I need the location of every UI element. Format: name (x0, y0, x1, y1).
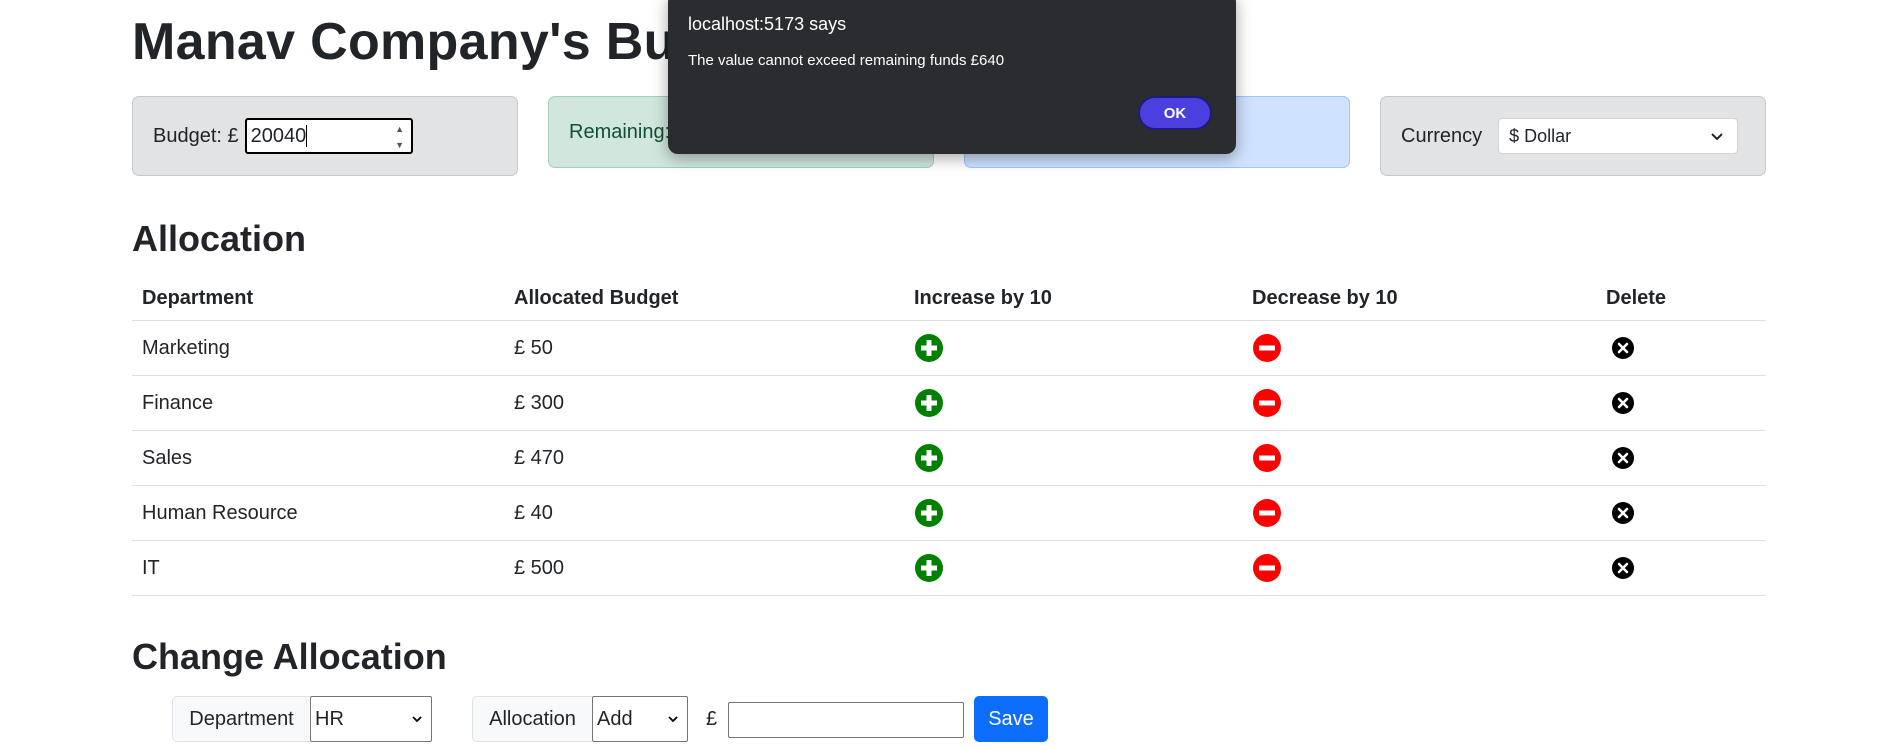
table-header-row: Department Allocated Budget Increase by … (132, 276, 1766, 321)
budget-label: Budget: £ (153, 124, 239, 147)
delete-cell (1596, 320, 1766, 376)
x-circle-icon[interactable] (1611, 501, 1635, 525)
dialog-ok-button[interactable]: OK (1138, 96, 1212, 130)
department-cell: Sales (132, 430, 504, 486)
currency-selected: $ Dollar (1509, 125, 1572, 146)
chevron-down-icon (1711, 133, 1723, 141)
minus-circle-icon[interactable] (1252, 333, 1282, 363)
department-cell: Marketing (132, 320, 504, 376)
allocated-budget-cell: £ 40 (504, 485, 904, 541)
delete-cell (1596, 430, 1766, 486)
department-label: Department (172, 696, 310, 742)
spinner-down-icon[interactable]: ▼ (395, 139, 404, 151)
column-header: Allocated Budget (504, 276, 904, 321)
column-header: Delete (1596, 276, 1766, 321)
allocation-type-select[interactable]: Add (592, 696, 688, 742)
department-cell: IT (132, 540, 504, 596)
increase-cell (904, 485, 1242, 541)
department-cell: Finance (132, 375, 504, 431)
minus-circle-icon[interactable] (1252, 553, 1282, 583)
x-circle-icon[interactable] (1611, 446, 1635, 470)
increase-cell (904, 375, 1242, 431)
plus-circle-icon[interactable] (914, 443, 944, 473)
plus-circle-icon[interactable] (914, 553, 944, 583)
decrease-cell (1242, 540, 1596, 596)
department-selected: HR (315, 707, 344, 730)
table-row: Marketing £ 50 (132, 320, 1766, 376)
text-cursor (306, 125, 308, 147)
department-cell: Human Resource (132, 485, 504, 541)
change-allocation-form: Department HR Allocation Add £ Save (0, 696, 1897, 744)
allocated-budget-cell: £ 500 (504, 540, 904, 596)
allocation-label: Allocation (472, 696, 592, 742)
alert-dialog: localhost:5173 says The value cannot exc… (668, 0, 1236, 154)
spinner-up-icon[interactable]: ▲ (395, 123, 404, 135)
allocation-type-selected: Add (597, 707, 633, 730)
chevron-down-icon (412, 716, 422, 723)
amount-input[interactable] (728, 702, 964, 738)
department-select[interactable]: HR (310, 696, 432, 742)
column-header: Decrease by 10 (1242, 276, 1596, 321)
allocated-budget-cell: £ 300 (504, 375, 904, 431)
budget-card: Budget: £ 20040 ▲ ▼ (132, 96, 518, 176)
plus-circle-icon[interactable] (914, 333, 944, 363)
table-row: IT £ 500 (132, 540, 1766, 596)
decrease-cell (1242, 430, 1596, 486)
delete-cell (1596, 540, 1766, 596)
dialog-origin: localhost:5173 says (688, 14, 847, 34)
increase-cell (904, 540, 1242, 596)
x-circle-icon[interactable] (1611, 336, 1635, 360)
increase-cell (904, 320, 1242, 376)
allocation-title: Allocation (132, 218, 307, 259)
allocated-budget-cell: £ 470 (504, 430, 904, 486)
delete-cell (1596, 485, 1766, 541)
dialog-message: The value cannot exceed remaining funds … (688, 52, 1005, 69)
table-row: Human Resource £ 40 (132, 485, 1766, 541)
currency-symbol: £ (706, 708, 718, 730)
save-button[interactable]: Save (974, 696, 1048, 742)
number-spinner[interactable]: ▲ ▼ (393, 123, 407, 151)
chevron-down-icon (668, 716, 678, 723)
currency-select[interactable]: $ Dollar (1498, 118, 1739, 154)
plus-circle-icon[interactable] (914, 498, 944, 528)
delete-cell (1596, 375, 1766, 431)
decrease-cell (1242, 485, 1596, 541)
allocation-table: Department Allocated Budget Increase by … (132, 276, 1766, 596)
x-circle-icon[interactable] (1611, 556, 1635, 580)
minus-circle-icon[interactable] (1252, 498, 1282, 528)
minus-circle-icon[interactable] (1252, 388, 1282, 418)
currency-label: Currency (1401, 124, 1483, 147)
budget-value: 20040 (250, 124, 307, 147)
column-header: Increase by 10 (904, 276, 1242, 321)
currency-card: Currency $ Dollar (1380, 96, 1766, 176)
decrease-cell (1242, 375, 1596, 431)
budget-input[interactable]: 20040 ▲ ▼ (244, 118, 413, 154)
increase-cell (904, 430, 1242, 486)
minus-circle-icon[interactable] (1252, 443, 1282, 473)
change-allocation-title: Change Allocation (132, 636, 447, 677)
allocated-budget-cell: £ 50 (504, 320, 904, 376)
decrease-cell (1242, 320, 1596, 376)
column-header: Department (132, 276, 504, 321)
x-circle-icon[interactable] (1611, 391, 1635, 415)
table-row: Finance £ 300 (132, 375, 1766, 431)
table-row: Sales £ 470 (132, 430, 1766, 486)
plus-circle-icon[interactable] (914, 388, 944, 418)
